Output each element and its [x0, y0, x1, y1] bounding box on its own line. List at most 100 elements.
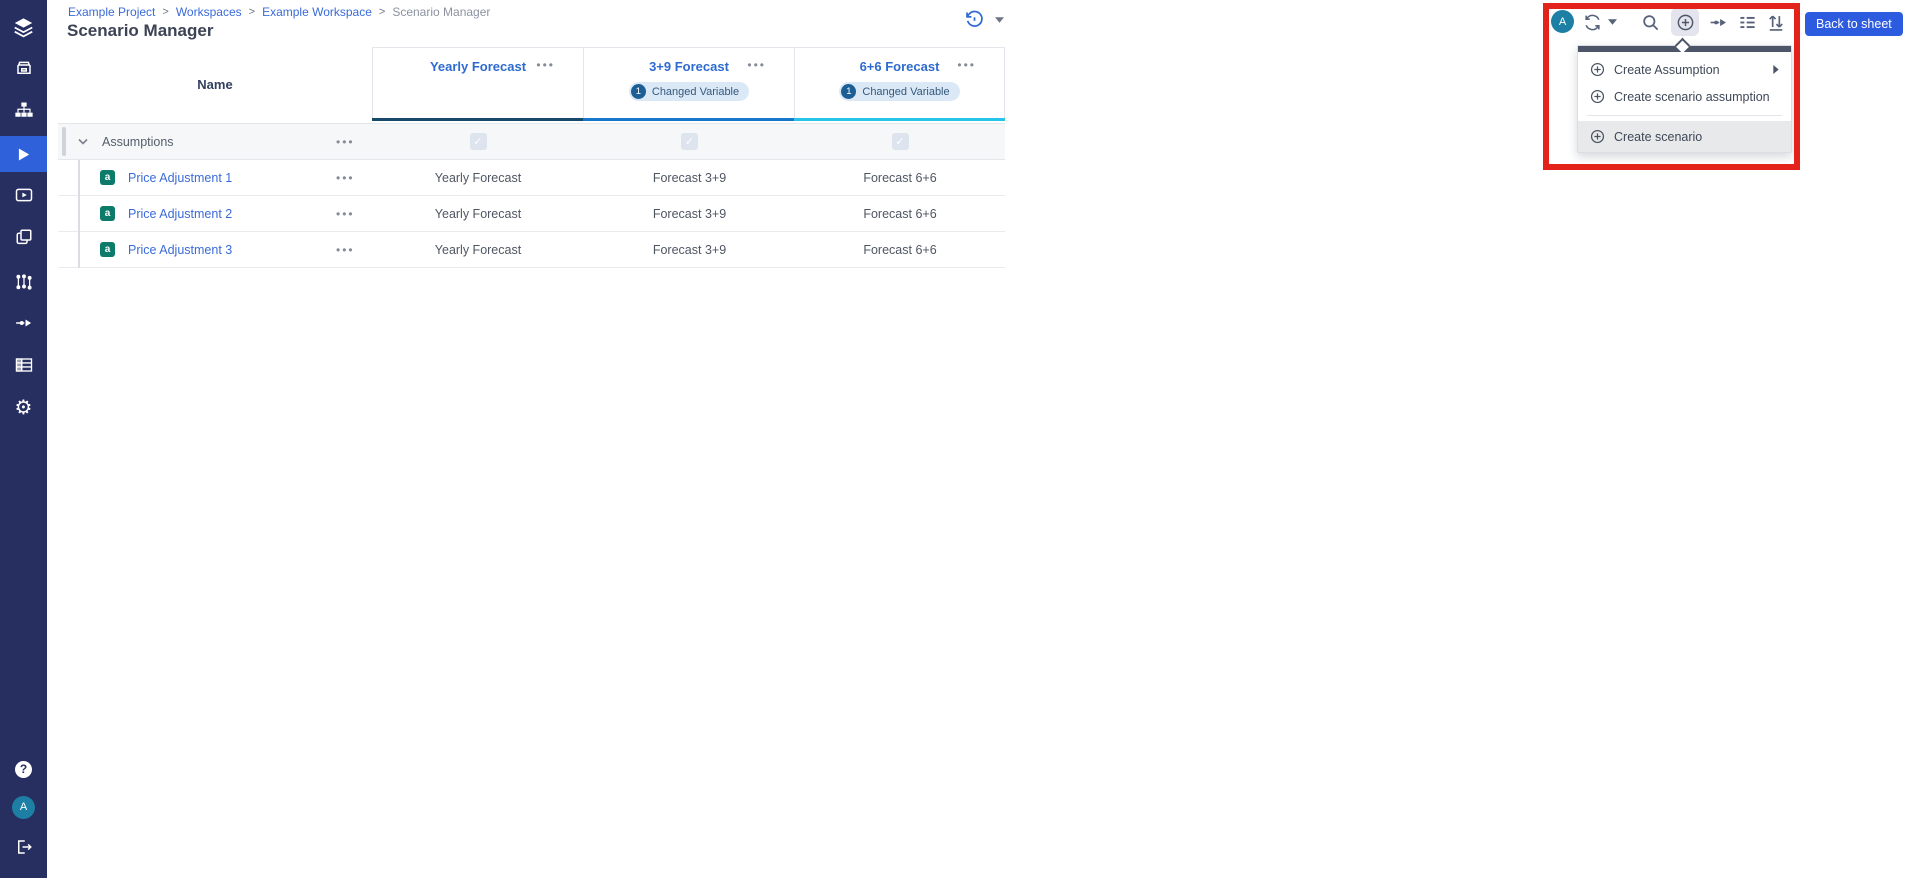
row-menu-button[interactable]: ••• — [336, 208, 355, 220]
goto-arrow-icon — [1709, 13, 1728, 32]
plus-circle-icon — [1676, 13, 1695, 32]
breadcrumb-separator: > — [379, 6, 385, 18]
assumption-link[interactable]: Price Adjustment 1 — [128, 171, 232, 185]
goto-button[interactable] — [1709, 13, 1728, 32]
row-name-cell: a Price Adjustment 1 ••• — [58, 160, 372, 195]
refresh-icon — [1583, 13, 1602, 32]
search-button[interactable] — [1641, 13, 1660, 32]
tree-guide-line — [78, 196, 80, 232]
changed-variable-badge: 1 Changed Variable — [839, 82, 959, 101]
row-menu-button[interactable]: ••• — [336, 172, 355, 184]
menu-item-create-scenario-assumption[interactable]: Create scenario assumption — [1578, 83, 1791, 110]
table-header-row: Name Yearly Forecast ••• 3+9 Forecast ••… — [58, 47, 1005, 121]
assumption-icon: a — [100, 170, 115, 185]
tree-guide-line — [78, 232, 80, 268]
sidebar-item-connector[interactable] — [0, 306, 47, 340]
badge-count: 1 — [631, 84, 646, 99]
sidebar: ⚙ ? A — [0, 0, 47, 878]
table-row: a Price Adjustment 2 ••• Yearly Forecast… — [58, 196, 1005, 232]
history-chevron-down-icon[interactable] — [995, 17, 1004, 23]
row-name-cell: a Price Adjustment 2 ••• — [58, 196, 372, 231]
sidebar-item-copy[interactable] — [0, 220, 47, 254]
sidebar-item-sitemap[interactable] — [0, 93, 47, 127]
column-menu-button[interactable]: ••• — [536, 59, 555, 71]
back-to-sheet-button[interactable]: Back to sheet — [1805, 12, 1903, 36]
checkbox-checked[interactable] — [470, 133, 487, 150]
assumption-icon: a — [100, 206, 115, 221]
sidebar-item-scenarios-active[interactable] — [0, 136, 47, 172]
row-name-cell: a Price Adjustment 3 ••• — [58, 232, 372, 267]
menu-item-create-assumption[interactable]: Create Assumption — [1578, 56, 1791, 83]
group-label: Assumptions — [102, 135, 174, 149]
column-header-name: Name — [58, 47, 372, 121]
sidebar-item-video-play[interactable] — [0, 178, 47, 212]
submenu-arrow-icon — [1773, 65, 1779, 74]
plus-circle-icon — [1590, 129, 1605, 144]
gear-icon: ⚙ — [15, 398, 33, 418]
logout-icon — [15, 838, 33, 856]
row-menu-button[interactable]: ••• — [336, 136, 355, 148]
history-icon[interactable] — [964, 9, 985, 30]
assumption-link[interactable]: Price Adjustment 3 — [128, 243, 232, 257]
sidebar-item-help[interactable]: ? — [0, 752, 47, 786]
plus-circle-icon — [1590, 62, 1605, 77]
cell-scenario-value: Yearly Forecast — [372, 196, 584, 231]
refresh-button[interactable] — [1583, 13, 1602, 32]
breadcrumb-separator: > — [162, 6, 168, 18]
column-header-yearly-forecast: Yearly Forecast ••• — [372, 47, 584, 121]
cell-scenario-value: Forecast 3+9 — [584, 160, 795, 195]
breadcrumb-separator: > — [249, 6, 255, 18]
refresh-dropdown-button[interactable] — [1608, 19, 1617, 25]
breadcrumb-example-project[interactable]: Example Project — [68, 5, 155, 19]
plus-circle-icon — [1590, 89, 1605, 104]
sort-button[interactable] — [1766, 12, 1786, 32]
column-menu-button[interactable]: ••• — [747, 59, 766, 71]
group-name-cell: Assumptions ••• — [58, 124, 372, 159]
sidebar-item-archive[interactable] — [0, 51, 47, 85]
sidebar-item-settings[interactable]: ⚙ — [0, 391, 47, 425]
column-underline — [794, 118, 1005, 121]
breadcrumb: Example Project > Workspaces > Example W… — [68, 5, 490, 19]
help-icon: ? — [15, 761, 32, 778]
breadcrumb-workspaces[interactable]: Workspaces — [176, 5, 242, 19]
table-row: a Price Adjustment 1 ••• Yearly Forecast… — [58, 160, 1005, 196]
group-checkbox-cell — [372, 124, 584, 159]
breadcrumb-example-workspace[interactable]: Example Workspace — [262, 5, 372, 19]
cell-scenario-value: Yearly Forecast — [372, 232, 584, 267]
column-underline — [372, 118, 584, 121]
cell-scenario-value: Forecast 3+9 — [584, 232, 795, 267]
sidebar-item-data-table[interactable] — [0, 348, 47, 382]
assumption-link[interactable]: Price Adjustment 2 — [128, 207, 232, 221]
column-menu-button[interactable]: ••• — [957, 59, 976, 71]
badge-count: 1 — [841, 84, 856, 99]
sidebar-item-workflow[interactable] — [0, 265, 47, 299]
row-menu-button[interactable]: ••• — [336, 244, 355, 256]
list-view-button[interactable] — [1738, 13, 1757, 32]
avatar: A — [1551, 10, 1574, 33]
column-underline — [583, 118, 795, 121]
scenario-manager-app: ⚙ ? A Example Project > Workspaces > Exa… — [0, 0, 1916, 878]
tree-guide-line — [78, 160, 80, 196]
menu-item-label: Create scenario assumption — [1614, 90, 1770, 104]
checkbox-checked[interactable] — [681, 133, 698, 150]
checkbox-checked[interactable] — [892, 133, 909, 150]
toolbar-user-avatar[interactable]: A — [1551, 10, 1574, 33]
app-logo-icon[interactable] — [0, 10, 47, 44]
column-header-39-forecast: 3+9 Forecast ••• 1 Changed Variable — [584, 47, 795, 121]
history-control — [964, 9, 1004, 30]
chevron-down-icon[interactable] — [78, 138, 88, 145]
group-checkbox-cell — [795, 124, 1005, 159]
sidebar-user-avatar[interactable]: A — [0, 790, 47, 824]
create-button-active[interactable] — [1671, 8, 1699, 36]
cell-scenario-value: Forecast 6+6 — [795, 196, 1005, 231]
avatar: A — [12, 796, 35, 819]
assumptions-group-row: Assumptions ••• — [58, 123, 1005, 160]
list-icon — [1738, 13, 1757, 32]
sidebar-item-logout[interactable] — [0, 830, 47, 864]
menu-item-create-scenario[interactable]: Create scenario — [1578, 121, 1791, 152]
changed-variable-badge: 1 Changed Variable — [629, 82, 749, 101]
cell-scenario-value: Forecast 6+6 — [795, 232, 1005, 267]
menu-divider — [1587, 115, 1782, 116]
table-body: Assumptions ••• a Price Adjustment 1 •••… — [58, 123, 1005, 268]
menu-item-label: Create scenario — [1614, 130, 1702, 144]
